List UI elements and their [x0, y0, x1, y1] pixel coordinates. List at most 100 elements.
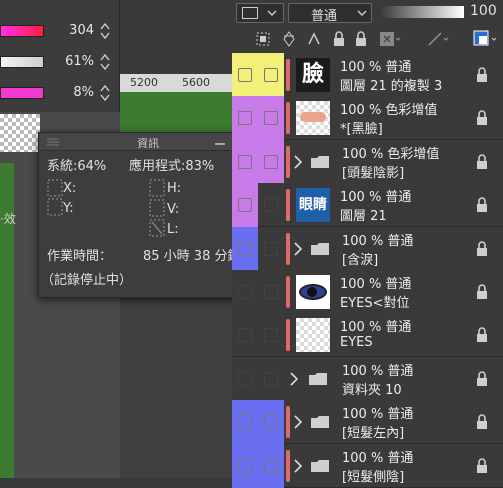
edit-checkbox[interactable]	[264, 459, 278, 473]
edit-checkbox[interactable]	[264, 285, 278, 299]
layer-visibility-cell[interactable]	[232, 53, 258, 97]
blend-mode-dropdown[interactable]: 普通	[288, 3, 372, 24]
visibility-checkbox[interactable]	[238, 415, 252, 429]
layer-row[interactable]: 眼睛 100 % 普通 圖層 21	[232, 183, 503, 227]
visibility-checkbox[interactable]	[238, 459, 252, 473]
edit-checkbox[interactable]	[264, 415, 278, 429]
saturation-value[interactable]: 61%	[52, 54, 94, 69]
visibility-checkbox[interactable]	[238, 285, 252, 299]
lock-icon[interactable]	[475, 197, 489, 213]
visibility-checkbox[interactable]	[238, 242, 252, 256]
lock-icon[interactable]	[475, 371, 489, 387]
layer-lock-cell[interactable]	[258, 227, 284, 271]
layer-visibility-cell[interactable]	[232, 400, 258, 444]
edit-checkbox[interactable]	[264, 111, 278, 125]
layer-row[interactable]: 100 % 色彩增值 [頭髮陰影]	[232, 140, 503, 184]
visibility-checkbox[interactable]	[238, 68, 252, 82]
visibility-checkbox[interactable]	[238, 328, 252, 342]
layer-row[interactable]: 100 % 普通 [短髮左內]	[232, 400, 503, 444]
clip-icon[interactable]	[254, 30, 272, 48]
layer-lock-cell[interactable]	[258, 270, 284, 314]
brightness-spin-icon[interactable]	[100, 84, 110, 102]
visibility-checkbox[interactable]	[238, 198, 252, 212]
lock-alpha-icon[interactable]	[354, 31, 368, 47]
transparency-swatch[interactable]	[0, 114, 40, 152]
edit-checkbox[interactable]	[264, 372, 278, 386]
layer-lock-cell[interactable]	[258, 96, 284, 140]
visibility-checkbox[interactable]	[238, 155, 252, 169]
edit-checkbox[interactable]	[264, 68, 278, 82]
visibility-checkbox[interactable]	[238, 111, 252, 125]
lock-icon[interactable]	[475, 241, 489, 257]
lock-icon[interactable]	[332, 31, 346, 47]
layer-row[interactable]: 100 % 色彩增值 *[黑臉]	[232, 96, 503, 140]
lock-icon[interactable]	[475, 284, 489, 300]
lock-icon[interactable]	[475, 414, 489, 430]
layer-name[interactable]: 圖層 21 的複製 3	[340, 75, 442, 94]
chevron-right-icon[interactable]	[294, 155, 302, 169]
info-panel-titlebar[interactable]: 資訊	[39, 133, 253, 151]
lock-icon[interactable]	[475, 110, 489, 126]
layer-visibility-cell[interactable]	[232, 444, 258, 488]
layer-name[interactable]: [頭髮陰影]	[342, 162, 404, 181]
layer-name[interactable]: [短髮側陰]	[342, 466, 404, 485]
layer-color-dropdown[interactable]	[236, 3, 284, 23]
layer-visibility-cell[interactable]	[232, 140, 258, 184]
ruler-tool-icon[interactable]	[426, 30, 450, 48]
chevron-right-icon[interactable]	[290, 372, 298, 386]
layer-row[interactable]: 100 % 普通 EYES<對位	[232, 270, 503, 314]
edit-checkbox[interactable]	[264, 242, 278, 256]
hue-slider-row[interactable]: 304	[0, 20, 120, 42]
layer-visibility-cell[interactable]	[232, 96, 258, 140]
layer-name[interactable]: [短髮左內]	[342, 422, 404, 441]
mask-icon[interactable]	[378, 30, 402, 48]
edit-checkbox[interactable]	[264, 328, 278, 342]
edit-checkbox[interactable]	[264, 198, 278, 212]
saturation-slider[interactable]	[0, 56, 44, 68]
brightness-slider-row[interactable]: 8%	[0, 82, 120, 104]
layer-name[interactable]: *[黑臉]	[340, 118, 383, 137]
opacity-slider[interactable]	[380, 6, 464, 18]
saturation-spin-icon[interactable]	[100, 53, 110, 71]
layer-visibility-cell[interactable]	[232, 357, 258, 401]
reference-icon[interactable]	[280, 30, 298, 48]
layer-row[interactable]: 100 % 普通 EYES	[232, 313, 503, 357]
hue-value[interactable]: 304	[52, 23, 94, 38]
layer-visibility-cell[interactable]	[232, 183, 258, 227]
layer-lock-cell[interactable]	[258, 313, 284, 357]
lock-icon[interactable]	[475, 327, 489, 343]
layer-visibility-cell[interactable]	[232, 313, 258, 357]
layer-name[interactable]: EYES<對位	[340, 292, 410, 311]
chevron-right-icon[interactable]	[294, 459, 302, 473]
lock-icon[interactable]	[475, 458, 489, 474]
grip-icon[interactable]	[47, 138, 59, 146]
visibility-checkbox[interactable]	[238, 372, 252, 386]
brightness-value[interactable]: 8%	[52, 85, 94, 100]
layer-lock-cell[interactable]	[258, 53, 284, 97]
layer-row[interactable]: 100 % 普通 資料夾 10	[232, 357, 503, 401]
layer-row[interactable]: 100 % 普通 [含淚]	[232, 227, 503, 271]
layer-color-icon[interactable]	[472, 29, 500, 49]
lock-icon[interactable]	[475, 67, 489, 83]
layer-visibility-cell[interactable]	[232, 227, 258, 271]
layer-name[interactable]: 圖層 21	[340, 205, 387, 224]
layer-name[interactable]: 資料夾 10	[342, 379, 402, 398]
edit-checkbox[interactable]	[264, 155, 278, 169]
layer-lock-cell[interactable]	[258, 444, 284, 488]
brightness-slider[interactable]	[0, 87, 44, 99]
layer-name[interactable]: EYES	[340, 335, 373, 350]
layer-row[interactable]: 臉 100 % 普通 圖層 21 的複製 3	[232, 53, 503, 97]
minimize-icon[interactable]	[215, 138, 225, 146]
chevron-right-icon[interactable]	[294, 415, 302, 429]
layer-visibility-cell[interactable]	[232, 270, 258, 314]
hue-spin-icon[interactable]	[100, 22, 110, 40]
layer-lock-cell[interactable]	[258, 140, 284, 184]
opacity-value[interactable]: 100	[470, 3, 497, 19]
layer-lock-cell[interactable]	[258, 183, 284, 227]
draft-icon[interactable]	[306, 30, 324, 48]
layer-name[interactable]: [含淚]	[342, 249, 378, 268]
layer-lock-cell[interactable]	[258, 400, 284, 444]
saturation-slider-row[interactable]: 61%	[0, 51, 120, 73]
layer-lock-cell[interactable]	[258, 357, 284, 401]
hue-slider[interactable]	[0, 25, 44, 37]
